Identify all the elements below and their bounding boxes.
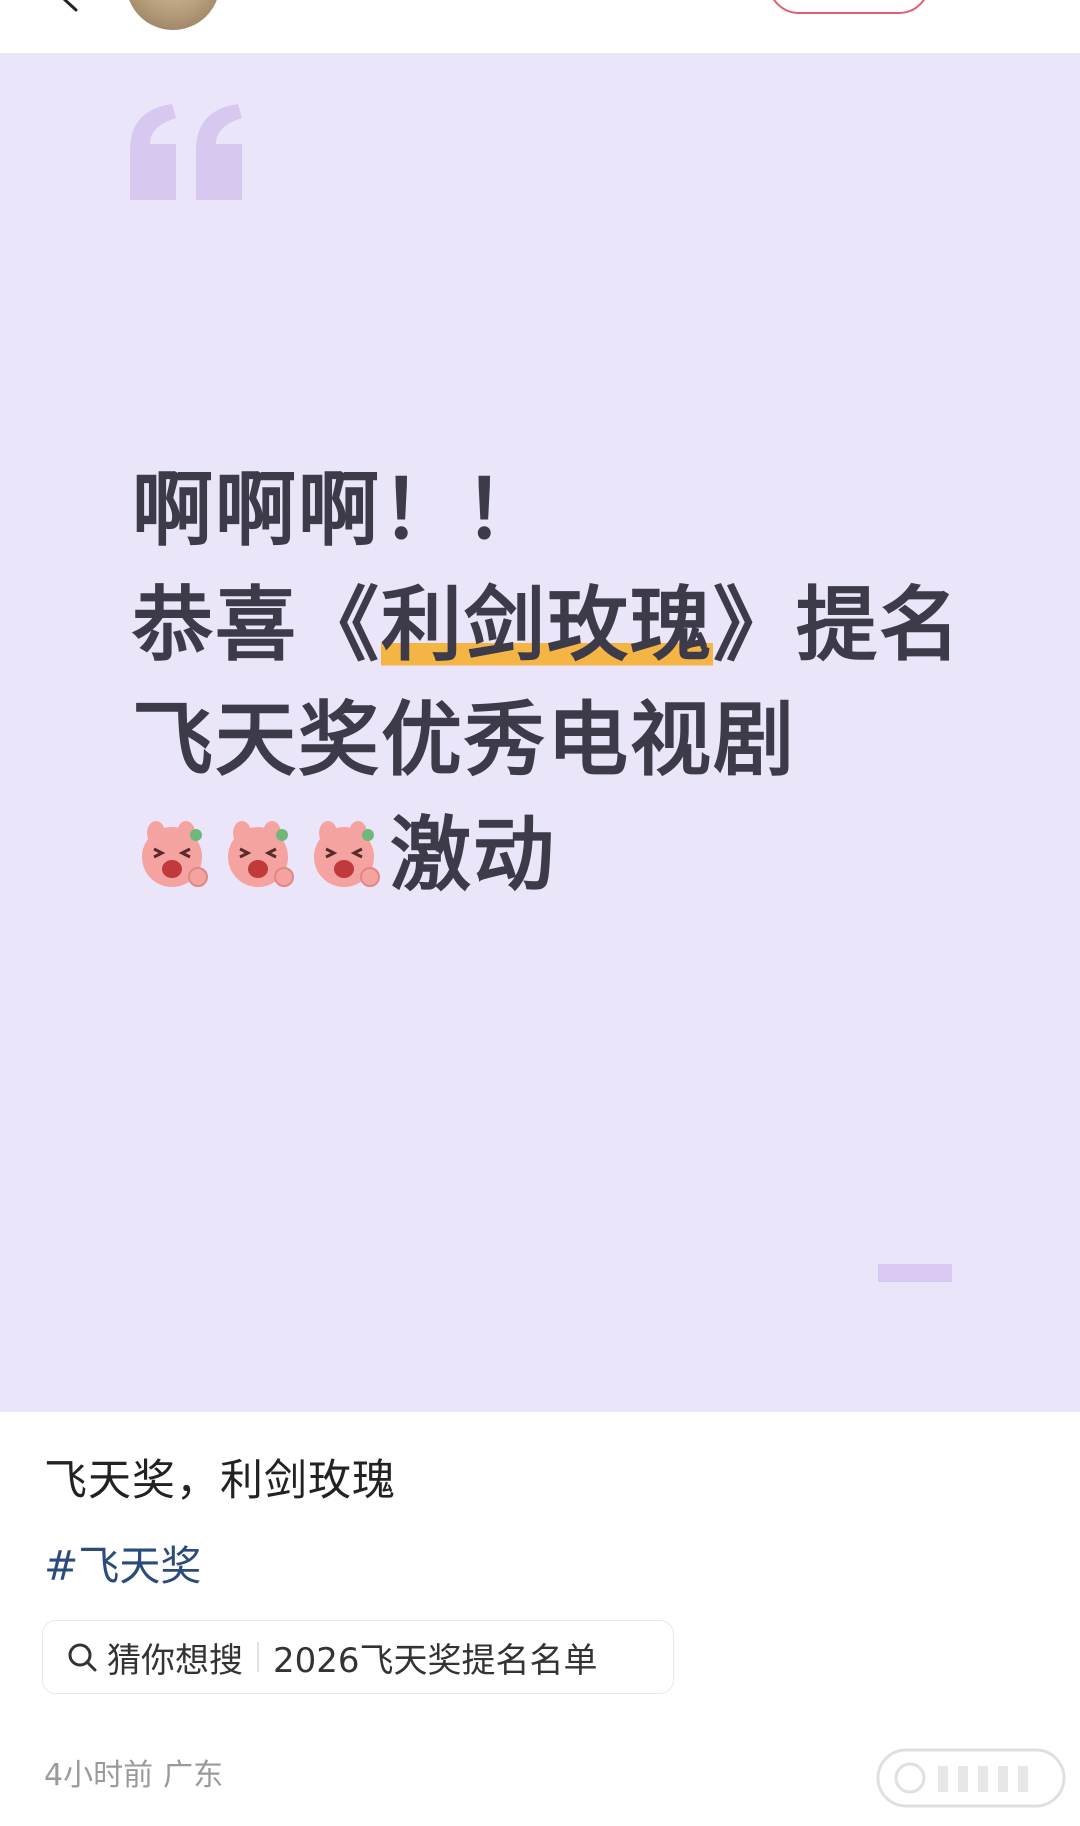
search-suggestion-label: 猜你想搜	[107, 1640, 243, 1681]
decorative-bar	[878, 1264, 952, 1282]
follow-button[interactable]	[768, 0, 930, 14]
card-line-3: 飞天奖优秀电视剧	[132, 694, 797, 788]
highlighted-title: 利剑玫瑰	[381, 579, 714, 673]
laughing-pig-emoji-icon	[142, 821, 208, 887]
card-line-2: 恭喜《利剑玫瑰》提名	[132, 569, 992, 684]
post-time: 4小时前	[44, 1758, 154, 1793]
hashtag-link[interactable]: #飞天奖	[44, 1532, 201, 1592]
laughing-pig-emoji-icon	[314, 821, 380, 887]
card-line-4-text: 激动	[390, 809, 557, 903]
divider	[257, 1642, 259, 1672]
card-line-2a: 恭喜《	[132, 579, 382, 673]
back-arrow-icon[interactable]	[58, 0, 84, 12]
search-suggestion-chip[interactable]: 猜你想搜 2026飞天奖提名名单	[42, 1620, 674, 1694]
search-icon	[68, 1643, 97, 1672]
avatar[interactable]	[126, 0, 220, 30]
card-line-2c: 》提名	[713, 579, 963, 673]
post-meta: 4小时前 广东	[44, 1750, 223, 1794]
laughing-pig-emoji-icon	[228, 821, 294, 887]
quote-mark-icon	[130, 104, 242, 200]
post-title: 飞天奖，利剑玫瑰	[44, 1456, 396, 1506]
search-suggestion-query: 2026飞天奖提名名单	[273, 1640, 598, 1681]
watermark-logo	[876, 1748, 1066, 1808]
post-image-card[interactable]: 啊啊啊！！ 恭喜《利剑玫瑰》提名 飞天奖优秀电视剧 激动	[0, 54, 1080, 1412]
top-bar	[0, 0, 1080, 54]
post-page: 啊啊啊！！ 恭喜《利剑玫瑰》提名 飞天奖优秀电视剧 激动 飞天奖，利剑玫瑰 #飞…	[0, 0, 1080, 1826]
post-location: 广东	[163, 1758, 224, 1793]
card-line-4: 激动	[132, 799, 992, 914]
share-icon[interactable]	[964, 0, 994, 2]
card-line-1: 啊啊啊！！	[132, 464, 548, 558]
card-text: 啊啊啊！！ 恭喜《利剑玫瑰》提名 飞天奖优秀电视剧 激动	[132, 454, 992, 914]
